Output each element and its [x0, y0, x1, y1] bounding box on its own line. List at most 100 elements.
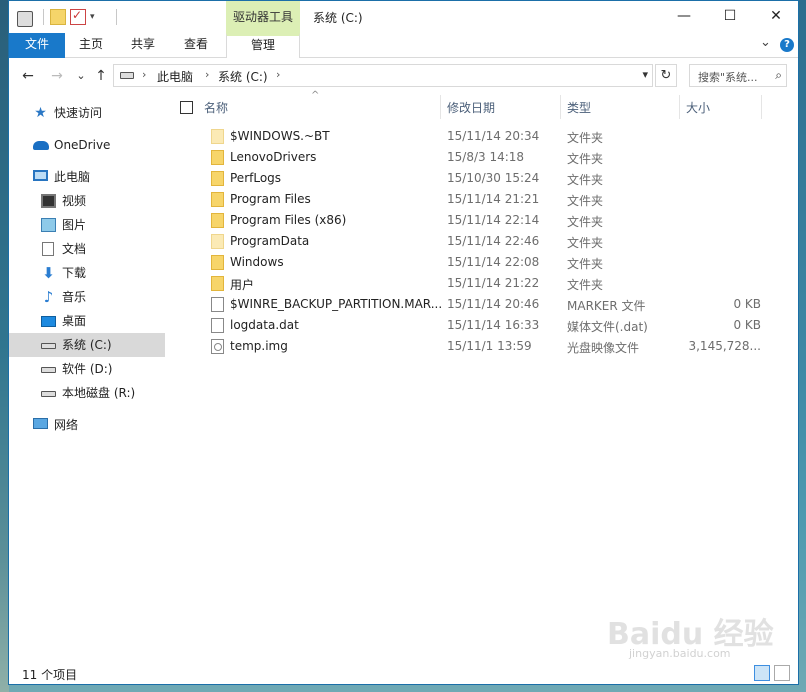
navigation-bar: ← → ⌄ ↑ › 此电脑 › 系统 (C:) › ▾ ↻ 搜索"系统... ⌕ — [9, 59, 798, 95]
file-type: 文件夹 — [567, 257, 604, 271]
large-icons-view-icon[interactable] — [774, 665, 790, 681]
sidebar-item-documents[interactable]: 文档 — [9, 237, 165, 261]
sidebar-item-label: OneDrive — [54, 138, 111, 152]
sidebar-item-label: 此电脑 — [54, 170, 91, 184]
folder-icon — [211, 171, 224, 186]
file-row[interactable]: 用户 15/11/14 21:22 文件夹 — [166, 273, 798, 294]
file-row[interactable]: logdata.dat 15/11/14 16:33 媒体文件(.dat) 0 … — [166, 315, 798, 336]
drive-icon — [120, 72, 134, 79]
file-row[interactable]: temp.img 15/11/1 13:59 光盘映像文件 3,145,728.… — [166, 336, 798, 357]
sidebar-item-music[interactable]: ♪ 音乐 — [9, 285, 165, 309]
sidebar-item-this-pc[interactable]: 此电脑 — [9, 165, 165, 189]
file-modified: 15/11/14 21:21 — [447, 192, 540, 206]
file-modified: 15/11/14 20:46 — [447, 297, 540, 311]
ribbon-tab-bar: 文件 主页 共享 查看 管理 ⌄ ? — [9, 33, 798, 58]
tab-home[interactable]: 主页 — [71, 33, 111, 58]
download-icon: ⬇ — [42, 264, 55, 282]
drive-icon — [41, 343, 56, 349]
navigation-pane: ★ 快速访问 OneDrive 此电脑 视频 图片 文档 ⬇ 下载 ♪ 音乐 桌… — [9, 95, 165, 661]
column-header-name[interactable]: 名称 — [204, 99, 228, 116]
sidebar-item-label: 文档 — [62, 242, 87, 256]
folder-icon — [211, 129, 224, 144]
tab-file[interactable]: 文件 — [9, 33, 65, 58]
address-history-dropdown-icon[interactable]: ▾ — [642, 68, 648, 81]
file-name: 用户 — [230, 278, 255, 292]
file-type: 文件夹 — [567, 194, 604, 208]
folder-icon — [211, 255, 224, 270]
search-input[interactable]: 搜索"系统... ⌕ — [689, 64, 787, 87]
file-name: Program Files — [230, 192, 311, 206]
toolbar-divider — [116, 9, 117, 25]
address-bar[interactable]: › 此电脑 › 系统 (C:) › ▾ — [113, 64, 653, 87]
file-modified: 15/11/1 13:59 — [447, 339, 532, 353]
back-button[interactable]: ← — [18, 67, 38, 85]
sidebar-item-desktop[interactable]: 桌面 — [9, 309, 165, 333]
sidebar-item-local-disk-r[interactable]: 本地磁盘 (R:) — [9, 381, 165, 405]
recent-locations-button[interactable]: ⌄ — [71, 67, 91, 85]
drive-icon[interactable] — [17, 10, 33, 27]
file-row[interactable]: Windows 15/11/14 22:08 文件夹 — [166, 252, 798, 273]
tab-manage[interactable]: 管理 — [226, 33, 300, 58]
select-all-checkbox[interactable] — [180, 101, 193, 114]
expand-ribbon-icon[interactable]: ⌄ — [760, 35, 771, 50]
up-button[interactable]: ↑ — [91, 67, 111, 85]
minimize-button[interactable]: — — [661, 1, 707, 33]
column-divider[interactable] — [440, 95, 441, 119]
sidebar-item-system-c[interactable]: 系统 (C:) — [9, 333, 165, 357]
file-name: PerfLogs — [230, 171, 282, 185]
column-divider[interactable] — [560, 95, 561, 119]
tab-share[interactable]: 共享 — [123, 33, 163, 58]
folder-icon — [211, 213, 224, 228]
sidebar-item-label: 本地磁盘 (R:) — [62, 386, 136, 400]
tab-view[interactable]: 查看 — [176, 33, 216, 58]
column-header-row: ^ 名称 修改日期 类型 大小 — [166, 90, 798, 119]
file-modified: 15/11/14 22:14 — [447, 213, 540, 227]
file-row[interactable]: PerfLogs 15/10/30 15:24 文件夹 — [166, 168, 798, 189]
help-icon[interactable]: ? — [780, 38, 794, 52]
breadcrumb-separator[interactable]: › — [276, 68, 280, 81]
sidebar-item-videos[interactable]: 视频 — [9, 189, 165, 213]
column-header-type[interactable]: 类型 — [567, 99, 591, 116]
sidebar-item-network[interactable]: 网络 — [9, 413, 165, 437]
quick-access-toolbar: ▾ — [17, 7, 123, 27]
sidebar-item-label: 桌面 — [62, 314, 87, 328]
refresh-button[interactable]: ↻ — [655, 64, 677, 87]
customize-dropdown-icon[interactable]: ▾ — [90, 9, 106, 25]
file-row[interactable]: $WINDOWS.~BT 15/11/14 20:34 文件夹 — [166, 126, 798, 147]
file-row[interactable]: Program Files (x86) 15/11/14 22:14 文件夹 — [166, 210, 798, 231]
file-name: logdata.dat — [230, 318, 299, 332]
file-modified: 15/11/14 20:34 — [447, 129, 540, 143]
sidebar-item-label: 系统 (C:) — [62, 338, 112, 352]
sidebar-item-quick-access[interactable]: ★ 快速访问 — [9, 101, 165, 125]
column-divider[interactable] — [761, 95, 762, 119]
sidebar-item-downloads[interactable]: ⬇ 下载 — [9, 261, 165, 285]
sidebar-item-onedrive[interactable]: OneDrive — [9, 133, 165, 157]
close-button[interactable]: ✕ — [753, 1, 798, 33]
column-divider[interactable] — [679, 95, 680, 119]
maximize-button[interactable]: ☐ — [707, 1, 753, 33]
drive-tools-context-tab[interactable]: 驱动器工具 — [226, 1, 300, 33]
star-icon: ★ — [34, 105, 47, 121]
breadcrumb-system-c[interactable]: 系统 (C:) — [218, 68, 268, 85]
breadcrumb-this-pc[interactable]: 此电脑 — [157, 68, 193, 85]
breadcrumb-separator[interactable]: › — [142, 68, 146, 81]
file-name: LenovoDrivers — [230, 150, 317, 164]
search-icon[interactable]: ⌕ — [775, 68, 782, 83]
disc-image-icon — [211, 339, 224, 354]
file-row[interactable]: LenovoDrivers 15/8/3 14:18 文件夹 — [166, 147, 798, 168]
file-name: $WINDOWS.~BT — [230, 129, 330, 143]
details-view-icon[interactable] — [754, 665, 770, 681]
forward-button[interactable]: → — [47, 67, 67, 85]
column-header-size[interactable]: 大小 — [686, 99, 710, 116]
breadcrumb-separator[interactable]: › — [205, 68, 209, 81]
new-folder-icon[interactable] — [50, 9, 66, 25]
column-header-modified[interactable]: 修改日期 — [447, 99, 495, 116]
properties-icon[interactable] — [70, 8, 86, 25]
drive-icon — [41, 367, 56, 373]
file-row[interactable]: $WINRE_BACKUP_PARTITION.MAR... 15/11/14 … — [166, 294, 798, 315]
sidebar-item-label: 快速访问 — [54, 106, 103, 120]
file-row[interactable]: ProgramData 15/11/14 22:46 文件夹 — [166, 231, 798, 252]
sidebar-item-pictures[interactable]: 图片 — [9, 213, 165, 237]
file-row[interactable]: Program Files 15/11/14 21:21 文件夹 — [166, 189, 798, 210]
sidebar-item-software-d[interactable]: 软件 (D:) — [9, 357, 165, 381]
